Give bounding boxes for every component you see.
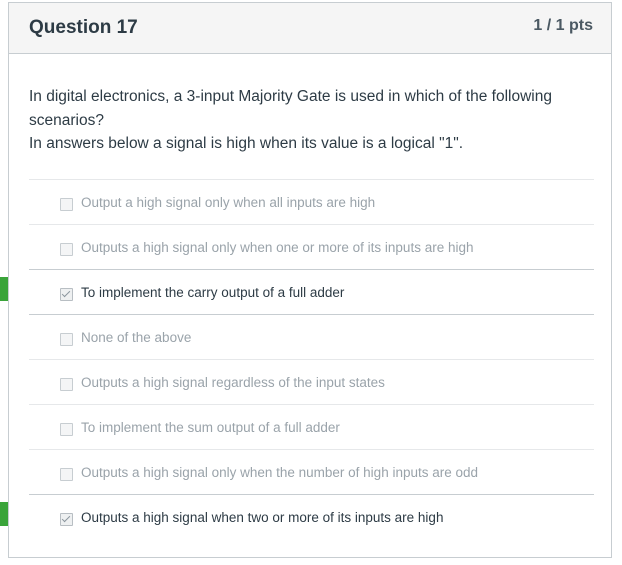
answer-checkbox-checked[interactable] bbox=[60, 513, 73, 526]
answer-checkbox[interactable] bbox=[60, 333, 73, 346]
question-points: 1 / 1 pts bbox=[533, 17, 593, 34]
answer-label: None of the above bbox=[81, 330, 192, 345]
answer-label: Outputs a high signal only when one or m… bbox=[81, 240, 474, 255]
answer-checkbox-checked[interactable] bbox=[60, 288, 73, 301]
answer-label: Output a high signal only when all input… bbox=[81, 195, 376, 210]
answer-option[interactable]: Outputs a high signal only when the numb… bbox=[29, 449, 594, 494]
question-card: Question 17 1 / 1 pts In digital electro… bbox=[8, 2, 612, 558]
answer-label: Outputs a high signal when two or more o… bbox=[81, 510, 444, 525]
answer-label: To implement the carry output of a full … bbox=[81, 285, 345, 300]
answer-checkbox[interactable] bbox=[60, 378, 73, 391]
answer-option[interactable]: Outputs a high signal regardless of the … bbox=[29, 359, 594, 404]
answer-label: To implement the sum output of a full ad… bbox=[81, 420, 340, 435]
answer-option[interactable]: Output a high signal only when all input… bbox=[29, 179, 594, 224]
question-text: In digital electronics, a 3-input Majori… bbox=[29, 85, 589, 156]
question-header: Question 17 1 / 1 pts bbox=[9, 3, 611, 54]
question-text-line: In digital electronics, a 3-input Majori… bbox=[29, 88, 552, 129]
answer-option[interactable]: None of the above bbox=[29, 314, 594, 359]
question-text-line: In answers below a signal is high when i… bbox=[29, 135, 464, 152]
answer-label: Outputs a high signal regardless of the … bbox=[81, 375, 385, 390]
answer-checkbox[interactable] bbox=[60, 243, 73, 256]
answer-option[interactable]: To implement the sum output of a full ad… bbox=[29, 404, 594, 449]
answer-checkbox[interactable] bbox=[60, 468, 73, 481]
answer-checkbox[interactable] bbox=[60, 198, 73, 211]
answer-option-correct[interactable]: Outputs a high signal when two or more o… bbox=[29, 494, 594, 539]
answer-option[interactable]: Outputs a high signal only when one or m… bbox=[29, 224, 594, 269]
answer-checkbox[interactable] bbox=[60, 423, 73, 436]
answer-list: Output a high signal only when all input… bbox=[29, 179, 594, 539]
answer-option-correct[interactable]: To implement the carry output of a full … bbox=[29, 269, 594, 314]
answer-label: Outputs a high signal only when the numb… bbox=[81, 465, 479, 480]
question-title: Question 17 bbox=[29, 17, 138, 38]
